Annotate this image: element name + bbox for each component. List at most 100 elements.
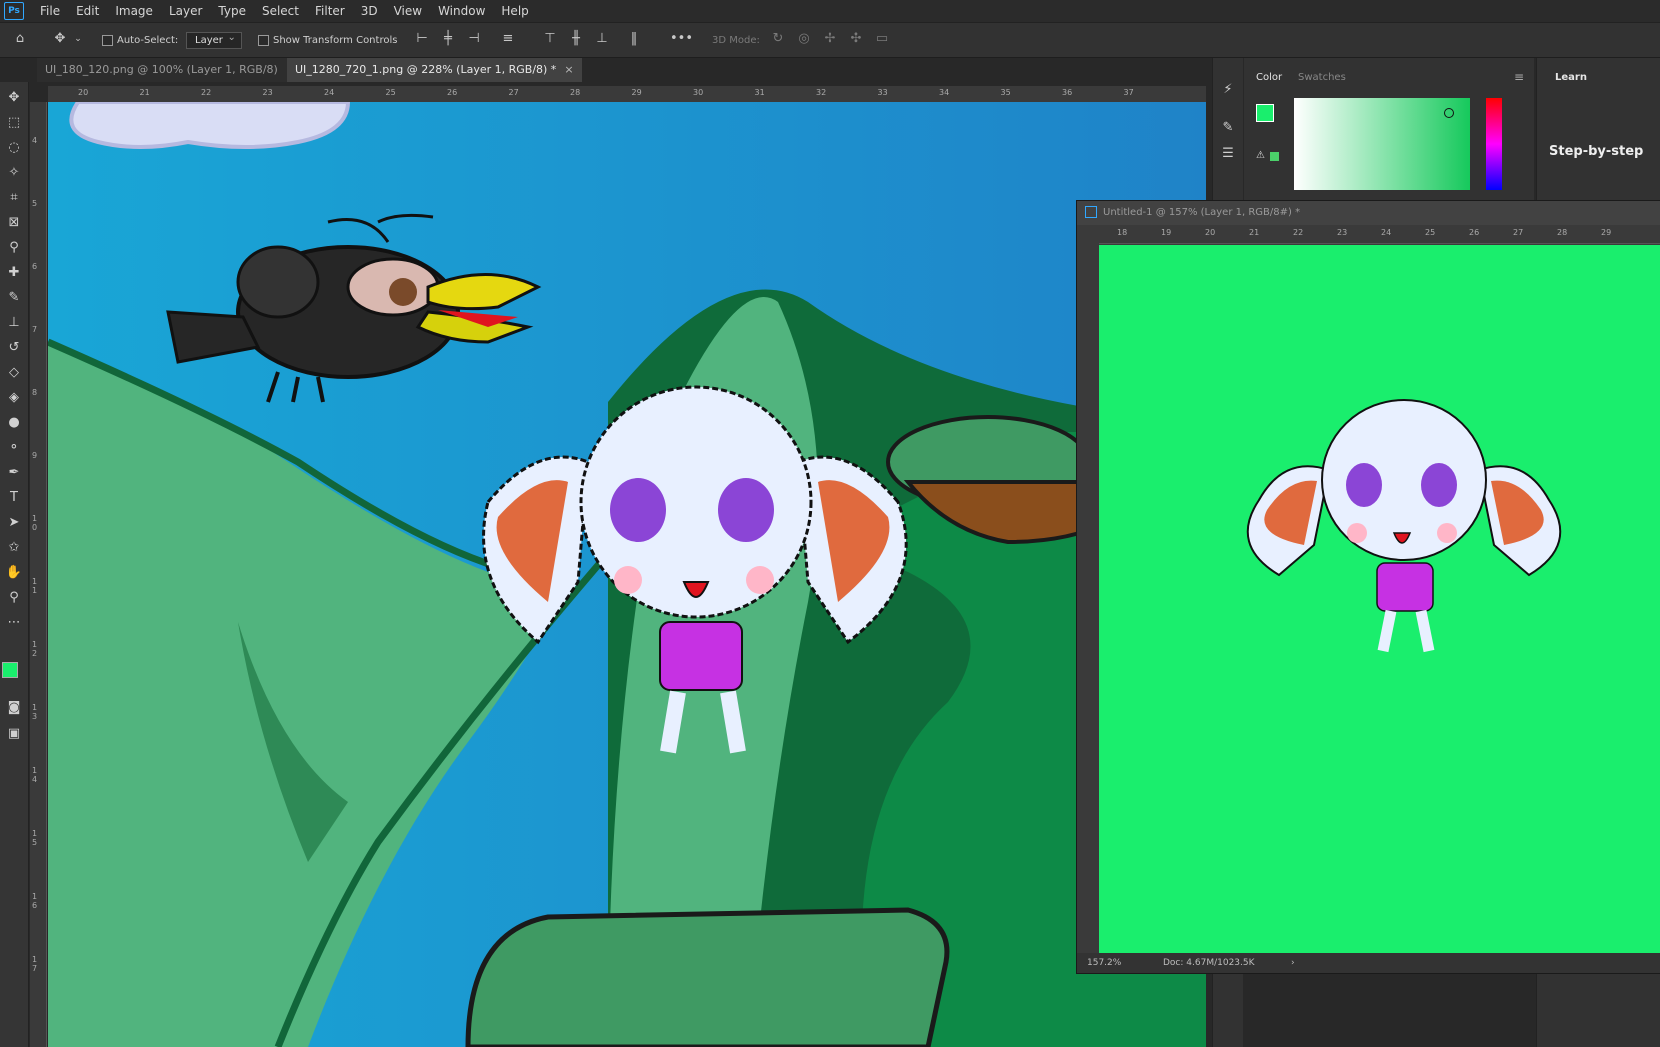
brush-tool-icon[interactable]: ✎ — [4, 288, 24, 308]
path-selection-icon[interactable]: ➤ — [4, 513, 24, 533]
color-panel: Color Swatches ≡ ⚠ — [1244, 58, 1534, 208]
stamp-tool-icon[interactable]: ⊥ — [4, 313, 24, 333]
tab-swatches[interactable]: Swatches — [1298, 72, 1346, 83]
doc-canvas[interactable] — [1099, 245, 1660, 953]
tab-color[interactable]: Color — [1256, 72, 1282, 83]
ruler-tick-label: 29 — [631, 88, 642, 97]
healing-brush-icon[interactable]: ✚ — [4, 263, 24, 283]
gamut-warning-icon[interactable]: ⚠ — [1256, 150, 1265, 161]
color-picker-cursor[interactable] — [1444, 108, 1454, 118]
shape-tool-icon[interactable]: ✩ — [4, 538, 24, 558]
align-left-icon[interactable]: ⊢ — [414, 31, 430, 47]
marquee-tool-icon[interactable]: ⬚ — [4, 113, 24, 133]
auto-select-checkbox[interactable] — [102, 34, 113, 46]
ruler-tick-label: 33 — [877, 88, 888, 97]
ruler-tick-label: 29 — [1601, 228, 1612, 237]
screen-mode-icon[interactable]: ▣ — [4, 724, 24, 744]
document-status-bar: 157.2% Doc: 4.67M/1023.5K › — [1077, 953, 1660, 973]
pan-3d-icon[interactable]: ✢ — [822, 31, 838, 47]
transform-label: Show Transform Controls — [273, 34, 398, 46]
transform-option[interactable]: Show Transform Controls — [258, 23, 397, 57]
align-top-icon[interactable]: ⊤ — [542, 31, 558, 47]
foreground-color-swatch[interactable] — [2, 662, 18, 678]
ruler-tick-label: 1 6 — [32, 892, 38, 910]
menu-view[interactable]: View — [386, 0, 430, 22]
align-middle-icon[interactable]: ╫ — [568, 31, 584, 47]
eyedropper-icon[interactable]: ⚲ — [4, 238, 24, 258]
tab-ui-1280-720[interactable]: UI_1280_720_1.png @ 228% (Layer 1, RGB/8… — [287, 58, 582, 82]
quick-mask-icon[interactable]: ◙ — [4, 698, 24, 718]
scale-3d-icon[interactable]: ▭ — [874, 31, 890, 47]
ruler-tick-label: 22 — [1293, 228, 1304, 237]
adjustments-icon[interactable]: ☰ — [1218, 144, 1238, 164]
tab-learn[interactable]: Learn — [1555, 72, 1587, 83]
brush-settings-icon[interactable]: ✎ — [1218, 118, 1238, 138]
ruler-tick-label: 18 — [1117, 228, 1128, 237]
menu-select[interactable]: Select — [254, 0, 307, 22]
dodge-tool-icon[interactable]: ⚬ — [4, 438, 24, 458]
document-canvas[interactable] — [48, 102, 1206, 1047]
hand-tool-icon[interactable]: ✋ — [4, 563, 24, 583]
type-tool-icon[interactable]: T — [4, 488, 24, 508]
menu-filter[interactable]: Filter — [307, 0, 353, 22]
ruler-tick-label: 26 — [447, 88, 458, 97]
menu-layer[interactable]: Layer — [161, 0, 210, 22]
history-panel-icon[interactable]: ⚡ — [1218, 80, 1238, 100]
ruler-tick-label: 30 — [693, 88, 704, 97]
close-icon[interactable]: × — [564, 63, 573, 76]
ruler-tick-label: 27 — [1513, 228, 1524, 237]
status-chevron-right-icon[interactable]: › — [1291, 953, 1295, 973]
zoom-level[interactable]: 157.2% — [1087, 953, 1121, 973]
hue-slider[interactable] — [1486, 98, 1502, 190]
crop-tool-icon[interactable]: ⌗ — [4, 188, 24, 208]
document-window-title-bar[interactable]: Untitled-1 @ 157% (Layer 1, RGB/8#) * — [1077, 201, 1660, 225]
move-tool-icon[interactable]: ✥ — [52, 31, 68, 47]
tab-ui-180-120[interactable]: UI_180_120.png @ 100% (Layer 1, RGB/8)× — [37, 58, 304, 82]
auto-select-option[interactable]: Auto-Select: — [102, 23, 178, 57]
distribute-icon[interactable]: ≡ — [500, 31, 516, 47]
slide-3d-icon[interactable]: ✣ — [848, 31, 864, 47]
foreground-color-swatch[interactable] — [1256, 104, 1274, 122]
transform-checkbox[interactable] — [258, 34, 269, 46]
magic-wand-icon[interactable]: ✧ — [4, 163, 24, 183]
ruler-tick-label: 32 — [816, 88, 827, 97]
doc-size-info: Doc: 4.67M/1023.5K — [1163, 958, 1255, 968]
roll-3d-icon[interactable]: ◎ — [796, 31, 812, 47]
ruler-tick-label: 1 2 — [32, 640, 38, 658]
ruler-tick-label: 1 7 — [32, 955, 38, 973]
menu-image[interactable]: Image — [107, 0, 161, 22]
game-scene-artwork — [48, 102, 1206, 1047]
lasso-tool-icon[interactable]: ◌ — [4, 138, 24, 158]
zoom-tool-icon[interactable]: ⚲ — [4, 588, 24, 608]
move-tool-icon[interactable]: ✥ — [4, 88, 24, 108]
menu-help[interactable]: Help — [493, 0, 536, 22]
gamut-swatch[interactable] — [1270, 152, 1279, 161]
orbit-3d-icon[interactable]: ↻ — [770, 31, 786, 47]
menu-edit[interactable]: Edit — [68, 0, 107, 22]
menu-window[interactable]: Window — [430, 0, 493, 22]
panel-menu-icon[interactable]: ≡ — [1514, 70, 1524, 84]
history-brush-icon[interactable]: ↺ — [4, 338, 24, 358]
color-field[interactable] — [1294, 98, 1470, 190]
menu-file[interactable]: File — [32, 0, 68, 22]
distribute-vertical-icon[interactable]: ‖ — [626, 31, 642, 47]
align-right-icon[interactable]: ⊣ — [466, 31, 482, 47]
menu-3d[interactable]: 3D — [353, 0, 386, 22]
edit-toolbar-icon[interactable]: ⋯ — [4, 613, 24, 633]
chevron-down-icon[interactable]: ⌄ — [70, 31, 86, 47]
ruler-tick-label: 1 5 — [32, 829, 38, 847]
floating-document-window[interactable]: Untitled-1 @ 157% (Layer 1, RGB/8#) * 18… — [1076, 200, 1660, 974]
frame-tool-icon[interactable]: ⊠ — [4, 213, 24, 233]
eraser-tool-icon[interactable]: ◇ — [4, 363, 24, 383]
pen-tool-icon[interactable]: ✒ — [4, 463, 24, 483]
ruler-tick-label: 20 — [1205, 228, 1216, 237]
ruler-tick-label: 20 — [78, 88, 89, 97]
align-bottom-icon[interactable]: ⊥ — [594, 31, 610, 47]
align-center-icon[interactable]: ╪ — [440, 31, 456, 47]
home-icon[interactable]: ⌂ — [12, 31, 28, 47]
auto-select-dropdown[interactable]: Layer — [186, 31, 242, 49]
blur-tool-icon[interactable]: ● — [4, 413, 24, 433]
more-options-icon[interactable]: ••• — [670, 31, 693, 47]
menu-type[interactable]: Type — [210, 0, 254, 22]
paint-bucket-icon[interactable]: ◈ — [4, 388, 24, 408]
